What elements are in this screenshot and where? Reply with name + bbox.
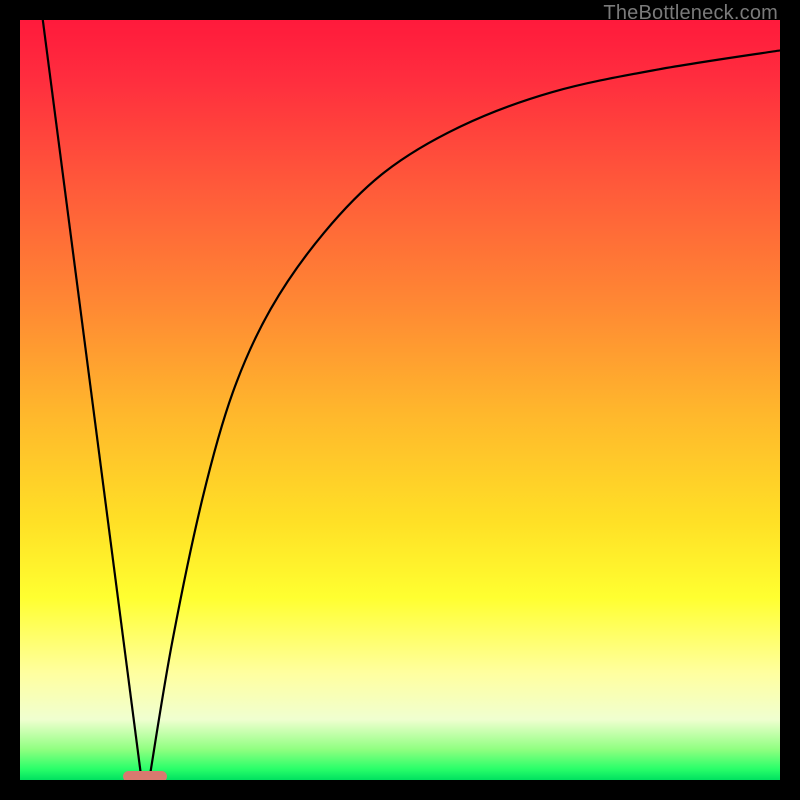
curve-layer xyxy=(20,20,780,780)
right-curve xyxy=(149,50,780,780)
plot-area xyxy=(20,20,780,780)
bottom-marker xyxy=(123,771,167,780)
left-line xyxy=(43,20,142,780)
chart-frame: TheBottleneck.com xyxy=(0,0,800,800)
